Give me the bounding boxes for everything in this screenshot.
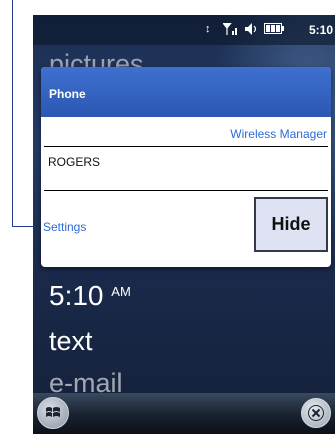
bottom-bar	[33, 393, 335, 434]
divider	[44, 190, 328, 191]
status-bar: ↕ 5:10	[33, 15, 335, 45]
connection-icon[interactable]: ↕	[205, 23, 211, 35]
dialog-header: Phone	[41, 67, 331, 117]
close-button[interactable]	[301, 398, 331, 428]
clock-time: 5:10	[49, 280, 104, 311]
battery-icon[interactable]	[264, 23, 284, 37]
phone-dialog: Phone Wireless Manager ROGERS Settings H…	[41, 67, 331, 267]
home-clock[interactable]: 5:10 AM	[49, 280, 131, 312]
dialog-title: Phone	[49, 87, 86, 101]
hide-button[interactable]: Hide	[254, 197, 328, 252]
start-button[interactable]	[37, 397, 69, 429]
settings-link[interactable]: Settings	[43, 220, 86, 234]
device-screen: ↕ 5:10 pictures 5:10 AM text e-mail Phon…	[33, 15, 335, 434]
windows-logo-icon	[46, 407, 60, 417]
divider	[44, 146, 328, 147]
operator-name: ROGERS	[48, 155, 101, 169]
clock-ampm: AM	[111, 284, 131, 299]
status-time[interactable]: 5:10	[309, 23, 333, 37]
callout-line-vertical	[12, 0, 13, 227]
signal-icon[interactable]	[221, 22, 237, 38]
close-x-icon	[308, 405, 324, 421]
speaker-icon[interactable]	[245, 23, 259, 38]
home-item-text[interactable]: text	[49, 326, 93, 357]
wireless-manager-link[interactable]: Wireless Manager	[230, 127, 327, 141]
